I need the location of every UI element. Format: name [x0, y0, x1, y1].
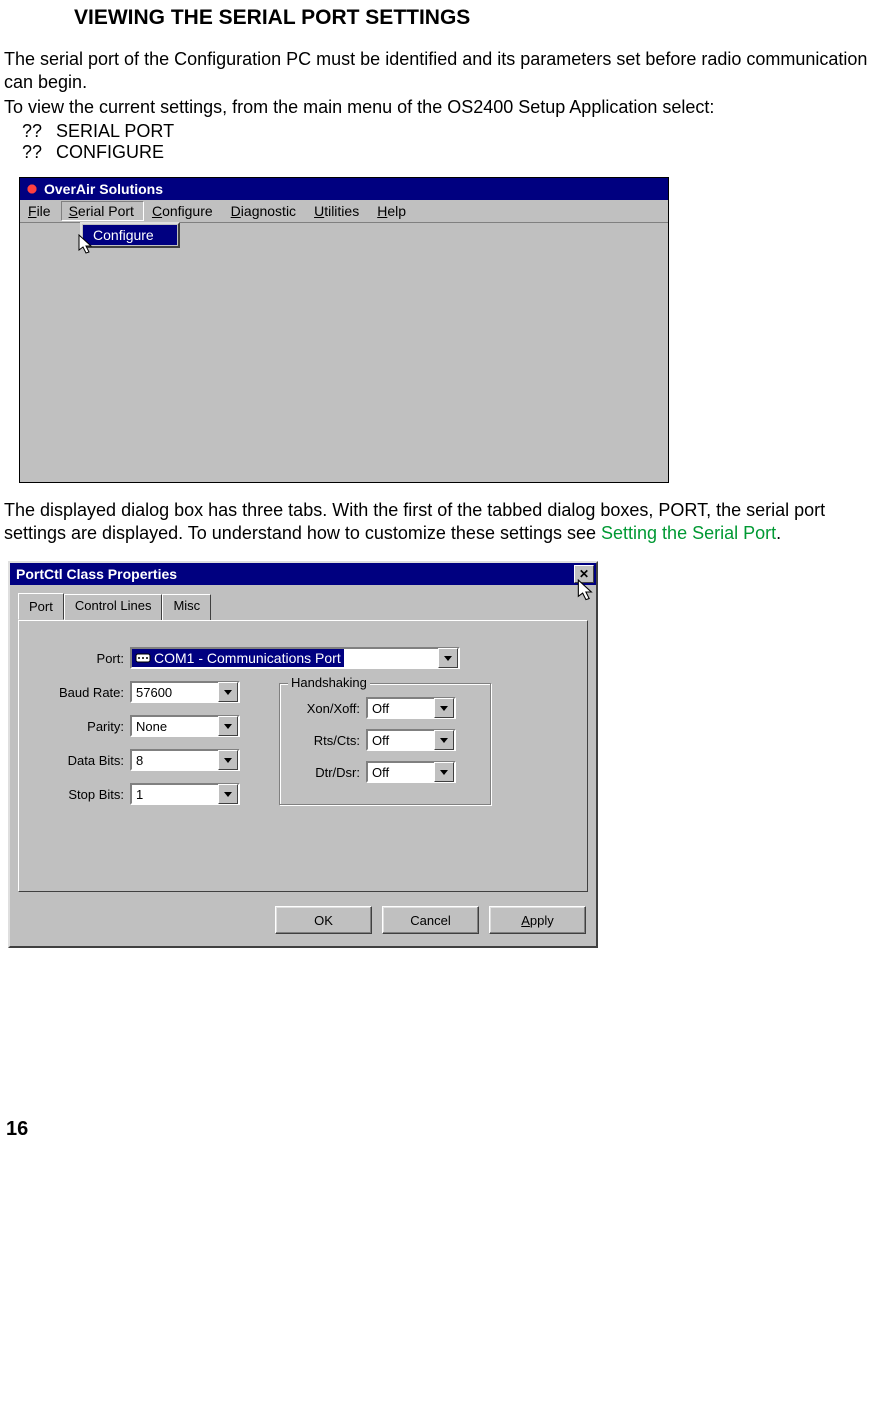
chevron-down-icon[interactable] [218, 682, 238, 702]
chevron-down-icon[interactable] [434, 698, 454, 718]
cursor-pointer-icon [78, 234, 96, 258]
handshaking-groupbox: Handshaking Xon/Xoff: Off Rts/Cts: Off [279, 683, 491, 805]
apply-button[interactable]: Apply [489, 906, 586, 934]
chevron-down-icon[interactable] [218, 750, 238, 770]
section-heading: VIEWING THE SERIAL PORT SETTINGS [74, 6, 881, 30]
chevron-down-icon[interactable] [218, 716, 238, 736]
rtscts-combobox[interactable]: Off [366, 729, 456, 751]
stopbits-combobox[interactable]: 1 [130, 783, 240, 805]
dialog-title: PortCtl Class Properties [16, 566, 177, 582]
ok-button[interactable]: OK [275, 906, 372, 934]
cursor-pointer-icon [576, 579, 598, 605]
label-xonxoff: Xon/Xoff: [280, 701, 366, 716]
window-title: OverAir Solutions [44, 181, 163, 197]
chevron-down-icon[interactable] [218, 784, 238, 804]
xonxoff-combobox[interactable]: Off [366, 697, 456, 719]
menu-configure[interactable]: Configure [144, 201, 223, 221]
chevron-down-icon[interactable] [434, 762, 454, 782]
menu-diagnostic[interactable]: Diagnostic [223, 201, 306, 221]
tab-control-lines[interactable]: Control Lines [64, 594, 163, 621]
list-item: CONFIGURE [56, 142, 164, 163]
menu-serial-port[interactable]: Serial Port [61, 201, 144, 221]
app-icon [24, 181, 40, 197]
mid-paragraph: The displayed dialog box has three tabs.… [4, 499, 881, 545]
tab-port[interactable]: Port [18, 593, 64, 620]
port-combobox[interactable]: COM1 - Communications Port [130, 647, 460, 669]
serial-port-icon [135, 651, 151, 665]
list-item: SERIAL PORT [56, 121, 174, 142]
label-stopbits: Stop Bits: [19, 787, 130, 802]
parity-combobox[interactable]: None [130, 715, 240, 737]
label-baud: Baud Rate: [19, 685, 130, 700]
tab-misc[interactable]: Misc [162, 594, 211, 621]
label-databits: Data Bits: [19, 753, 130, 768]
titlebar[interactable]: PortCtl Class Properties ✕ [10, 563, 596, 585]
intro-text-2: To view the current settings, from the m… [4, 96, 881, 119]
dtrdsr-combobox[interactable]: Off [366, 761, 456, 783]
tab-panel-port: Port: COM1 - Communications Port Baud Ra… [18, 620, 588, 892]
databits-combobox[interactable]: 8 [130, 749, 240, 771]
cancel-button[interactable]: Cancel [382, 906, 479, 934]
chevron-down-icon[interactable] [434, 730, 454, 750]
label-dtrdsr: Dtr/Dsr: [280, 765, 366, 780]
menu-file[interactable]: File [20, 201, 61, 221]
portctl-dialog: PortCtl Class Properties ✕ Port Control … [8, 561, 598, 948]
page-number: 16 [6, 1118, 881, 1141]
link-setting-serial-port[interactable]: Setting the Serial Port [601, 523, 776, 543]
intro-text-1: The serial port of the Configuration PC … [4, 48, 881, 94]
dropdown-item-configure[interactable]: Configure [83, 225, 177, 245]
dialog-button-row: OK Cancel Apply [10, 900, 596, 946]
menu-utilities[interactable]: Utilities [306, 201, 369, 221]
list-marker: ?? [22, 121, 42, 142]
client-area [22, 224, 666, 480]
tabstrip: Port Control Lines Misc [10, 585, 596, 620]
baud-combobox[interactable]: 57600 [130, 681, 240, 703]
label-rtscts: Rts/Cts: [280, 733, 366, 748]
label-parity: Parity: [19, 719, 130, 734]
chevron-down-icon[interactable] [438, 648, 458, 668]
menu-help[interactable]: Help [369, 201, 416, 221]
list-marker: ?? [22, 142, 42, 163]
overair-window: OverAir Solutions File Serial Port Confi… [19, 177, 669, 483]
menubar: File Serial Port Configure Diagnostic Ut… [20, 200, 668, 223]
titlebar[interactable]: OverAir Solutions [20, 178, 668, 200]
label-port: Port: [19, 651, 130, 666]
groupbox-legend: Handshaking [288, 675, 370, 690]
